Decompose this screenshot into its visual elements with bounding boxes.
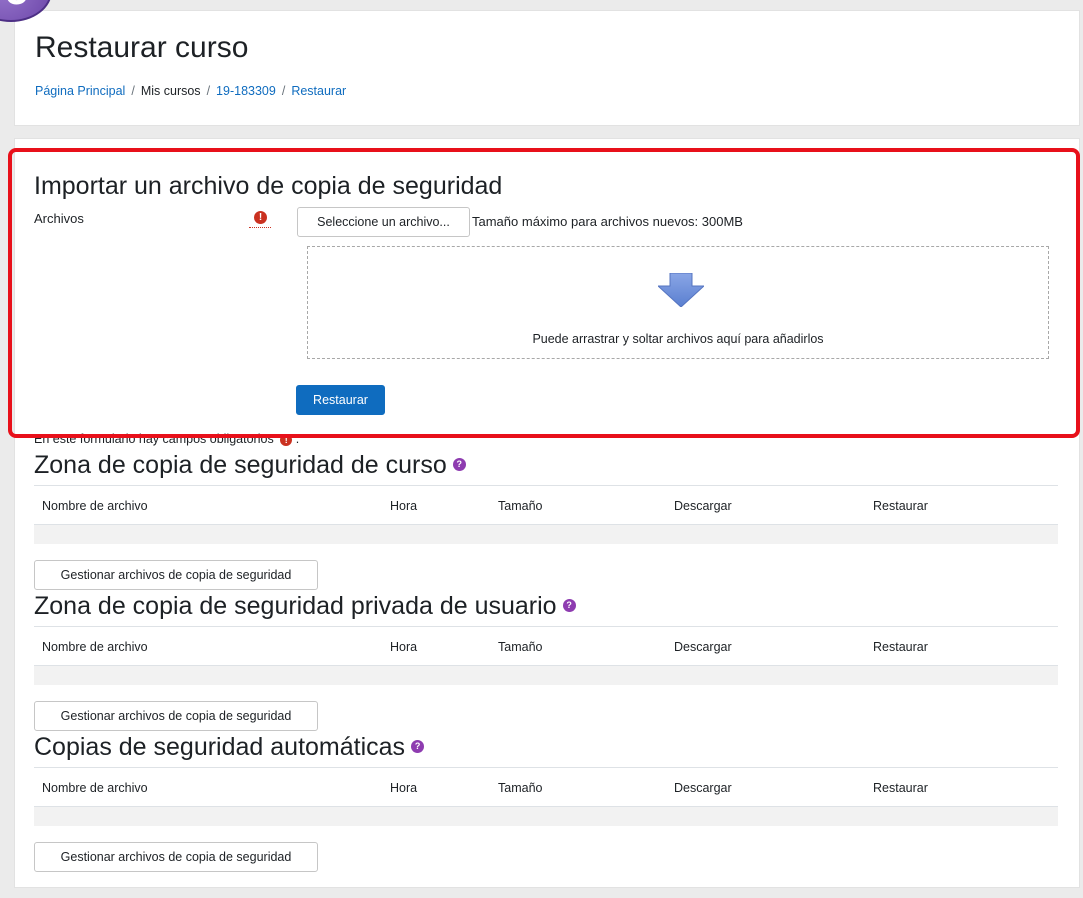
col-filename: Nombre de archivo (42, 781, 148, 795)
col-size: Tamaño (498, 499, 543, 513)
automated-backups-title: Copias de seguridad automáticas? (34, 733, 425, 762)
col-restore: Restaurar (873, 640, 928, 654)
max-size-text: Tamaño máximo para archivos nuevos: 300M… (472, 214, 743, 229)
import-section-title: Importar un archivo de copia de segurida… (34, 172, 503, 200)
automated-backups-label: Copias de seguridad automáticas (34, 733, 406, 761)
restore-button[interactable]: Restaurar (296, 385, 385, 415)
col-size: Tamaño (498, 640, 543, 654)
manage-user-backups-button[interactable]: Gestionar archivos de copia de seguridad (34, 701, 318, 731)
breadcrumb-home[interactable]: Página Principal (35, 84, 125, 98)
col-time: Hora (390, 499, 418, 513)
col-download: Descargar (674, 640, 732, 654)
table-header-row: Nombre de archivo Hora Tamaño Descargar … (34, 767, 1058, 807)
question-circle-icon[interactable]: ? (452, 457, 466, 471)
table-header-row: Nombre de archivo Hora Tamaño Descargar … (34, 626, 1058, 666)
breadcrumb-course[interactable]: 19-183309 (216, 84, 276, 98)
user-backup-area-label: Zona de copia de seguridad privada de us… (34, 592, 557, 620)
required-icon: ! (280, 433, 293, 446)
breadcrumb-separator: / (281, 84, 286, 98)
required-note-suffix: . (295, 432, 300, 446)
table-empty-row (34, 807, 1058, 826)
step-number: 5 (6, 0, 28, 14)
required-note-text: En este formulario hay campos obligatori… (34, 432, 274, 446)
col-download: Descargar (674, 781, 732, 795)
col-restore: Restaurar (873, 499, 928, 513)
choose-file-button[interactable]: Seleccione un archivo... (297, 207, 470, 237)
breadcrumb-separator: / (131, 84, 135, 98)
table-empty-row (34, 666, 1058, 685)
course-backup-area-label: Zona de copia de seguridad de curso (34, 451, 447, 479)
col-filename: Nombre de archivo (42, 499, 148, 513)
col-filename: Nombre de archivo (42, 640, 148, 654)
page-header: Restaurar curso Página Principal / Mis c… (14, 10, 1080, 126)
col-restore: Restaurar (873, 781, 928, 795)
table-header-row: Nombre de archivo Hora Tamaño Descargar … (34, 485, 1058, 525)
user-backup-table: Nombre de archivo Hora Tamaño Descargar … (34, 626, 1058, 685)
page-title: Restaurar curso (35, 31, 249, 64)
manage-automated-backups-button[interactable]: Gestionar archivos de copia de seguridad (34, 842, 318, 872)
files-label: Archivos (34, 211, 84, 226)
required-underline (249, 227, 271, 228)
arrow-down-icon (658, 273, 704, 307)
required-fields-note: En este formulario hay campos obligatori… (34, 432, 299, 446)
col-download: Descargar (674, 499, 732, 513)
breadcrumb: Página Principal / Mis cursos / 19-18330… (35, 84, 346, 98)
col-time: Hora (390, 640, 418, 654)
col-size: Tamaño (498, 781, 543, 795)
question-circle-icon[interactable]: ? (562, 598, 576, 612)
breadcrumb-restore[interactable]: Restaurar (291, 84, 346, 98)
breadcrumb-separator: / (206, 84, 211, 98)
manage-course-backups-button[interactable]: Gestionar archivos de copia de seguridad (34, 560, 318, 590)
course-backup-table: Nombre de archivo Hora Tamaño Descargar … (34, 485, 1058, 544)
required-icon: ! (254, 211, 267, 224)
file-dropzone[interactable]: Puede arrastrar y soltar archivos aquí p… (307, 246, 1049, 359)
table-empty-row (34, 525, 1058, 544)
dropzone-text: Puede arrastrar y soltar archivos aquí p… (532, 332, 824, 346)
user-backup-area-title: Zona de copia de seguridad privada de us… (34, 592, 576, 621)
question-circle-icon[interactable]: ? (411, 739, 425, 753)
course-backup-area-title: Zona de copia de seguridad de curso? (34, 451, 466, 480)
breadcrumb-my-courses: Mis cursos (140, 84, 201, 98)
automated-backups-table: Nombre de archivo Hora Tamaño Descargar … (34, 767, 1058, 826)
col-time: Hora (390, 781, 418, 795)
